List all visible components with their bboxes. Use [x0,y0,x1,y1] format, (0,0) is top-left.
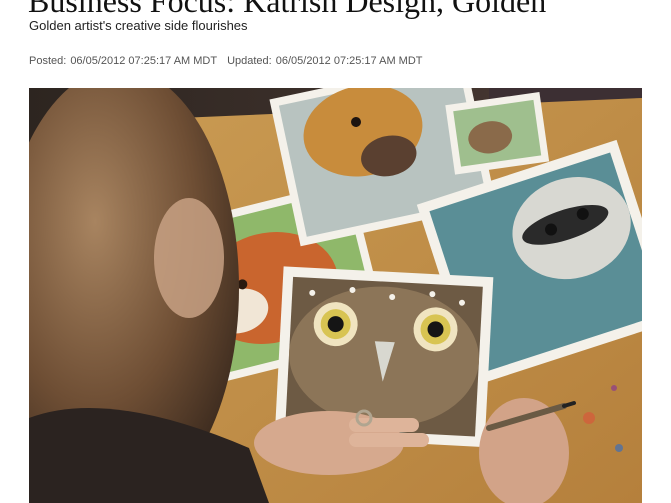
article-dateline: Posted: 06/05/2012 07:25:17 AM MDT Updated… [29,54,423,68]
photo-icon [29,88,642,503]
posted-date: 06/05/2012 07:25:17 AM MDT [70,55,218,67]
updated-label: Updated: [227,55,272,67]
posted-label: Posted: [29,55,67,67]
article-subheadline: Golden artist's creative side flourishes [29,18,248,33]
article-photo[interactable] [29,88,642,503]
updated-date: 06/05/2012 07:25:17 AM MDT [275,55,423,67]
